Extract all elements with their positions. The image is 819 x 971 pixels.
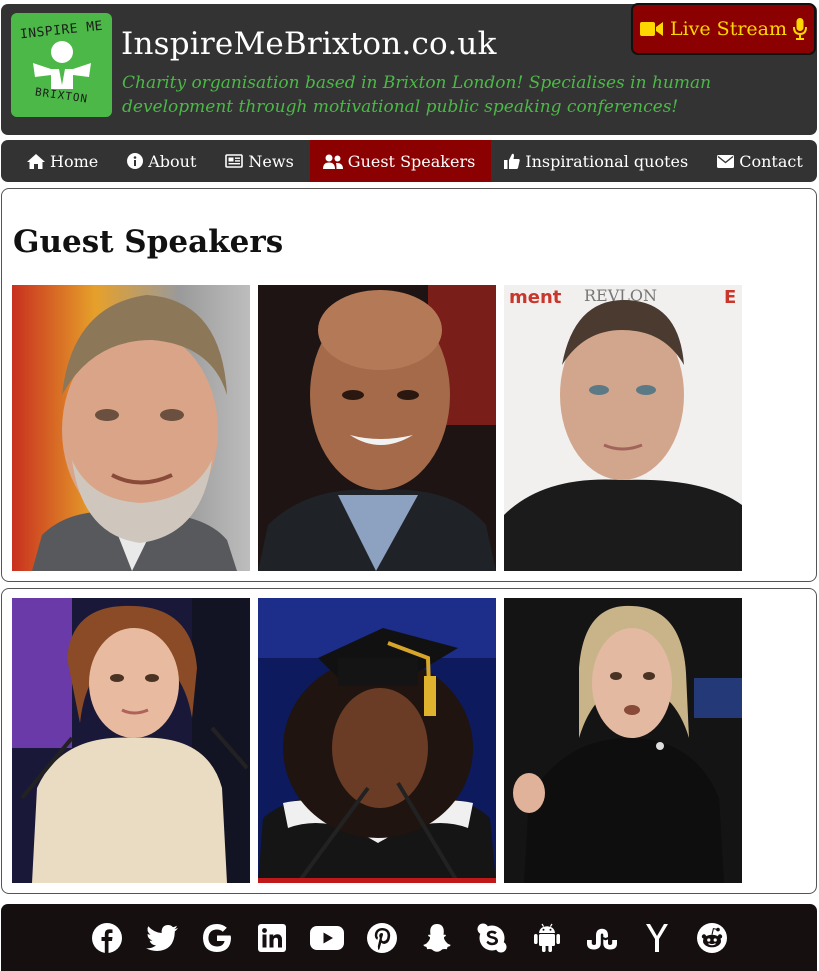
site-tagline: Charity organisation based in Brixton Lo… (122, 73, 712, 117)
speaker-photo-1[interactable] (12, 285, 250, 571)
guest-speakers-panel-2 (1, 588, 817, 894)
speaker-photo-4[interactable] (12, 598, 250, 883)
live-stream-button[interactable]: Live Stream (631, 3, 816, 55)
svg-text:E: E (724, 287, 736, 308)
yahoo-icon[interactable] (639, 920, 675, 956)
nav-label-about: About (148, 151, 197, 171)
info-icon (127, 153, 144, 169)
site-title[interactable]: InspireMeBrixton.co.uk (121, 26, 497, 62)
stumbleupon-icon[interactable] (584, 920, 620, 956)
social-footer (1, 904, 817, 971)
video-camera-icon (639, 22, 663, 36)
speaker-photo-5[interactable] (258, 598, 496, 883)
nav-label-guest-speakers: Guest Speakers (347, 151, 476, 171)
nav-label-contact: Contact (739, 151, 803, 171)
google-icon[interactable] (199, 920, 235, 956)
nav-label-home: Home (50, 151, 99, 171)
nav-item-contact[interactable]: Contact (704, 140, 819, 182)
nav-item-inspirational-quotes[interactable]: Inspirational quotes (491, 140, 704, 182)
pinterest-icon[interactable] (364, 920, 400, 956)
facebook-icon[interactable] (89, 920, 125, 956)
nav-label-inspirational-quotes: Inspirational quotes (525, 151, 689, 171)
speaker-photo-6[interactable] (504, 598, 742, 883)
site-logo[interactable]: INSPIRE ME BRIXTON (11, 13, 112, 117)
twitter-icon[interactable] (144, 920, 180, 956)
main-nav: Home About News Guest Speakers Inspirati… (1, 140, 817, 182)
nav-item-news[interactable]: News (212, 140, 309, 182)
logo-figure-icon (33, 41, 91, 89)
svg-text:ment: ment (509, 287, 562, 308)
guest-speakers-panel: Guest Speakers ment REVLON E (1, 188, 817, 582)
speaker-photo-2[interactable] (258, 285, 496, 571)
speaker-photo-3[interactable]: ment REVLON E (504, 285, 742, 571)
skype-icon[interactable] (474, 920, 510, 956)
nav-item-home[interactable]: Home (14, 140, 114, 182)
page-title: Guest Speakers (13, 224, 284, 260)
envelope-icon (717, 154, 735, 168)
reddit-icon[interactable] (694, 920, 730, 956)
live-stream-label: Live Stream (669, 18, 788, 40)
users-icon (322, 154, 343, 169)
thumbs-up-icon (504, 153, 521, 169)
home-icon (27, 153, 45, 169)
android-icon[interactable] (529, 920, 565, 956)
nav-item-guest-speakers[interactable]: Guest Speakers (309, 140, 492, 182)
snapchat-icon[interactable] (419, 920, 455, 956)
nav-label-news: News (248, 151, 294, 171)
microphone-icon (793, 18, 808, 40)
linkedin-icon[interactable] (254, 920, 290, 956)
newspaper-icon (225, 154, 244, 168)
nav-item-about[interactable]: About (114, 140, 212, 182)
youtube-icon[interactable] (309, 920, 345, 956)
